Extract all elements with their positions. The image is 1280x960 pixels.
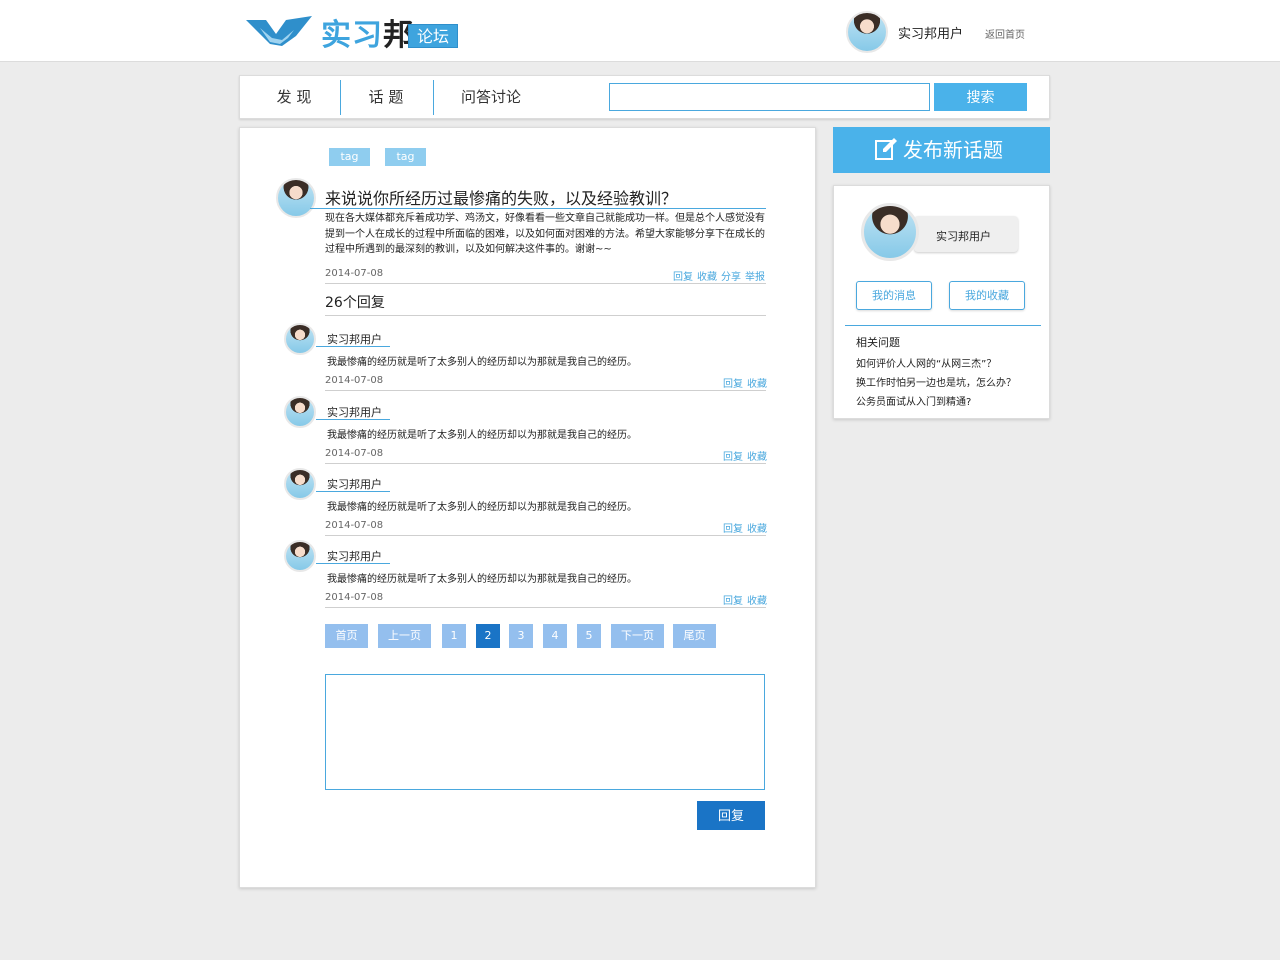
divider (325, 283, 766, 284)
reply-avatar[interactable] (284, 323, 316, 355)
reply-actions: 回复 收藏 (719, 448, 767, 463)
back-home-link[interactable]: 返回首页 (985, 26, 1025, 41)
page-prev-button[interactable]: 上一页 (378, 624, 431, 648)
divider (845, 325, 1041, 326)
nav-bar: 发 现 话 题 问答讨论 搜索 (239, 75, 1050, 119)
favorite-link[interactable]: 收藏 (747, 596, 767, 607)
site-logo[interactable]: 实习邦 (321, 10, 414, 54)
reply-textarea[interactable] (325, 674, 765, 790)
title-underline (310, 208, 766, 209)
divider (325, 535, 766, 536)
nav-topics[interactable]: 话 题 (350, 76, 422, 118)
related-question-link[interactable]: 如何评价人人网的“从网三杰”？ (856, 355, 996, 370)
reply-username[interactable]: 实习邦用户 (327, 476, 382, 492)
nav-qa[interactable]: 问答讨论 (450, 76, 532, 118)
sidebar-avatar[interactable] (861, 203, 919, 261)
reply-date: 2014-07-08 (325, 448, 384, 459)
user-sidebar: 实习邦用户 我的消息 我的收藏 相关问题 如何评价人人网的“从网三杰”？ 换工作… (833, 185, 1050, 419)
reply-actions: 回复 收藏 (719, 520, 767, 535)
new-topic-button[interactable]: 发布新话题 (833, 127, 1050, 173)
divider (325, 390, 766, 391)
reply-date: 2014-07-08 (325, 375, 384, 386)
reply-text: 我最惨痛的经历就是听了太多别人的经历却以为那就是我自己的经历。 (327, 502, 637, 513)
reply-link[interactable]: 回复 (723, 452, 743, 463)
new-topic-label: 发布新话题 (903, 138, 1003, 162)
post-report-link[interactable]: 举报 (745, 272, 765, 283)
reply-avatar[interactable] (284, 540, 316, 572)
reply-link[interactable]: 回复 (723, 596, 743, 607)
author-avatar[interactable] (276, 178, 316, 218)
post-reply-link[interactable]: 回复 (673, 272, 693, 283)
my-messages-button[interactable]: 我的消息 (856, 281, 932, 310)
user-avatar[interactable] (846, 11, 888, 53)
page-number-button-current[interactable]: 2 (476, 624, 500, 648)
post-share-link[interactable]: 分享 (721, 272, 741, 283)
search-button[interactable]: 搜索 (934, 83, 1027, 111)
reply-avatar[interactable] (284, 468, 316, 500)
reply-date: 2014-07-08 (325, 520, 384, 531)
favorite-link[interactable]: 收藏 (747, 524, 767, 535)
page-number-button[interactable]: 3 (509, 624, 533, 648)
divider (325, 463, 766, 464)
divider (325, 607, 766, 608)
page-next-button[interactable]: 下一页 (611, 624, 664, 648)
reply-name-underline (316, 346, 390, 347)
reply-item: 实习邦用户 我最惨痛的经历就是听了太多别人的经历却以为那就是我自己的经历。 20… (240, 396, 817, 468)
reply-username[interactable]: 实习邦用户 (327, 331, 382, 347)
post-body: 现在各大媒体都充斥着成功学、鸡汤文，好像看看一些文章自己就能成功一样。但是总个人… (325, 211, 766, 258)
post-actions: 回复 收藏 分享 举报 (669, 268, 765, 283)
reply-text: 我最惨痛的经历就是听了太多别人的经历却以为那就是我自己的经历。 (327, 357, 637, 368)
post-favorite-link[interactable]: 收藏 (697, 272, 717, 283)
post-tag[interactable]: tag (329, 148, 370, 166)
related-questions-title: 相关问题 (856, 336, 900, 349)
reply-name-underline (316, 419, 390, 420)
top-bar: 实习邦 论坛 实习邦用户 返回首页 (0, 0, 1280, 62)
reply-username[interactable]: 实习邦用户 (327, 404, 382, 420)
reply-avatar[interactable] (284, 396, 316, 428)
handshake-logo-icon[interactable] (246, 14, 312, 48)
nav-divider (340, 80, 341, 115)
reply-actions: 回复 收藏 (719, 375, 767, 390)
post-date: 2014-07-08 (325, 268, 384, 279)
reply-date: 2014-07-08 (325, 592, 384, 603)
forum-badge: 论坛 (408, 24, 458, 48)
reply-link[interactable]: 回复 (723, 379, 743, 390)
reply-username[interactable]: 实习邦用户 (327, 548, 382, 564)
post-body-line: 现在各大媒体都充斥着成功学、鸡汤文，好像看看一些文章自己就能成功一样。但是总个人… (325, 213, 765, 224)
my-favorites-button[interactable]: 我的收藏 (949, 281, 1025, 310)
page-number-button[interactable]: 1 (442, 624, 466, 648)
related-question-link[interactable]: 换工作时怕另一边也是坑，怎么办？ (856, 374, 1016, 389)
reply-actions: 回复 收藏 (719, 592, 767, 607)
post-title: 来说说你所经历过最惨痛的失败，以及经验教训？ (325, 189, 678, 208)
nav-discover[interactable]: 发 现 (258, 76, 330, 118)
reply-name-underline (316, 491, 390, 492)
favorite-link[interactable]: 收藏 (747, 379, 767, 390)
post-body-line: 提到一个人在成长的过程中所面临的困难，以及如何面对困难的方法。希望大家能够分享下… (325, 228, 765, 240)
main-panel: tag tag 来说说你所经历过最惨痛的失败，以及经验教训？ 现在各大媒体都充斥… (239, 127, 816, 888)
reply-text: 我最惨痛的经历就是听了太多别人的经历却以为那就是我自己的经历。 (327, 430, 637, 441)
reply-item: 实习邦用户 我最惨痛的经历就是听了太多别人的经历却以为那就是我自己的经历。 20… (240, 540, 817, 612)
post-body-line: 过程中所遇到的最深刻的教训，以及如何解决这件事的。谢谢~~ (325, 244, 612, 255)
reply-item: 实习邦用户 我最惨痛的经历就是听了太多别人的经历却以为那就是我自己的经历。 20… (240, 468, 817, 540)
page-last-button[interactable]: 尾页 (673, 624, 716, 648)
nav-divider (433, 80, 434, 115)
reply-link[interactable]: 回复 (723, 524, 743, 535)
reply-submit-button[interactable]: 回复 (697, 801, 765, 830)
reply-name-underline (316, 563, 390, 564)
reply-text: 我最惨痛的经历就是听了太多别人的经历却以为那就是我自己的经历。 (327, 574, 637, 585)
reply-item: 实习邦用户 我最惨痛的经历就是听了太多别人的经历却以为那就是我自己的经历。 20… (240, 323, 817, 395)
header-username[interactable]: 实习邦用户 (898, 23, 963, 42)
search-input[interactable] (609, 83, 930, 111)
page-number-button[interactable]: 5 (577, 624, 601, 648)
edit-icon (875, 138, 897, 160)
page-number-button[interactable]: 4 (543, 624, 567, 648)
related-question-link[interactable]: 公务员面试从入门到精通? (856, 393, 971, 408)
page-first-button[interactable]: 首页 (325, 624, 368, 648)
favorite-link[interactable]: 收藏 (747, 452, 767, 463)
reply-count: 26个回复 (325, 295, 385, 311)
sidebar-username[interactable]: 实习邦用户 (936, 228, 991, 244)
divider (325, 315, 766, 316)
post-tag[interactable]: tag (385, 148, 426, 166)
